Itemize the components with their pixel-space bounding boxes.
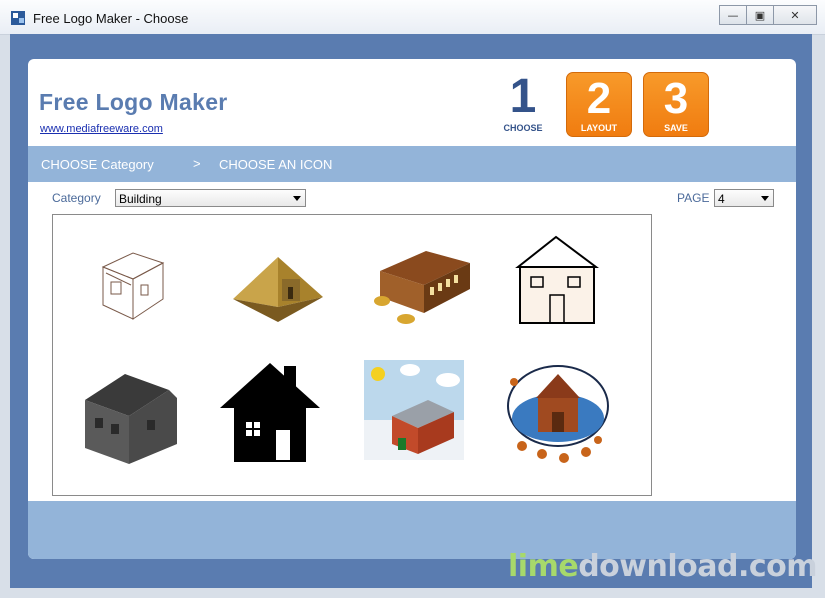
page-dropdown[interactable]: 4	[714, 189, 774, 207]
step-number: 3	[663, 74, 689, 123]
step-label: SAVE	[664, 123, 688, 133]
autumn-schoolhouse-icon[interactable]	[498, 360, 618, 470]
app-title: Free Logo Maker	[39, 89, 228, 115]
minimize-button[interactable]: —	[719, 5, 747, 25]
window-controls: — ▣ ✕	[719, 5, 817, 25]
simple-outline-house-icon[interactable]	[498, 227, 618, 337]
barn-icon[interactable]	[358, 227, 478, 337]
black-house-silhouette-icon[interactable]	[218, 360, 338, 470]
watermark-part1: lime	[508, 549, 579, 584]
step-number: 1	[509, 70, 537, 123]
app-icon	[11, 11, 25, 25]
maximize-button[interactable]: ▣	[746, 5, 774, 25]
snowy-house-scene-icon[interactable]	[358, 360, 478, 470]
breadcrumb-current: CHOOSE Category	[41, 157, 154, 172]
breadcrumb-next: CHOOSE AN ICON	[219, 157, 333, 172]
step-choose: 1 CHOOSE	[498, 73, 548, 135]
step-layout-button[interactable]: 2 LAYOUT	[566, 72, 632, 137]
step-label: LAYOUT	[580, 123, 618, 133]
breadcrumb-separator: >	[193, 156, 201, 171]
content-panel: Free Logo Maker www.mediafreeware.com 1 …	[28, 59, 796, 559]
category-value: Building	[119, 192, 162, 206]
website-link[interactable]: www.mediafreeware.com	[40, 123, 163, 135]
breadcrumb: CHOOSE Category > CHOOSE AN ICON	[28, 146, 796, 182]
watermark-part2: download.com	[578, 549, 818, 584]
step-label: CHOOSE	[503, 123, 543, 133]
title-bar: Free Logo Maker - Choose — ▣ ✕	[0, 0, 825, 35]
chevron-down-icon	[293, 196, 301, 201]
category-dropdown[interactable]: Building	[115, 189, 306, 207]
chevron-down-icon	[761, 196, 769, 201]
page-label: PAGE	[677, 191, 710, 205]
window-title: Free Logo Maker - Choose	[33, 11, 189, 26]
sketch-house-icon[interactable]	[73, 227, 193, 337]
watermark: limedownload.com	[508, 549, 818, 584]
pyramid-icon[interactable]	[218, 227, 338, 337]
step-save-button[interactable]: 3 SAVE	[643, 72, 709, 137]
page-value: 4	[718, 192, 725, 206]
gray-house-icon[interactable]	[73, 360, 193, 470]
step-number: 2	[586, 74, 612, 123]
close-button[interactable]: ✕	[773, 5, 817, 25]
icon-grid	[52, 214, 652, 496]
category-label: Category	[52, 191, 101, 205]
